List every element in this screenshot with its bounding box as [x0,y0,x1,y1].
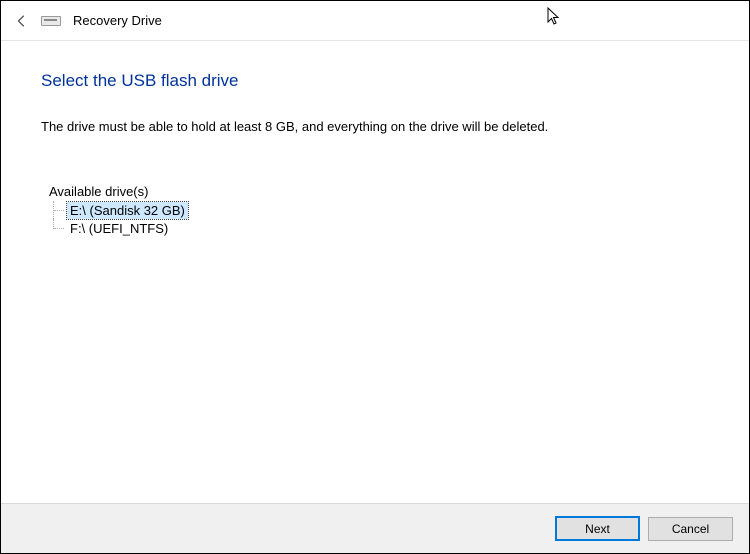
back-button[interactable] [13,12,31,30]
drive-tree: E:\ (Sandisk 32 GB) F:\ (UEFI_NTFS) [53,201,709,237]
page-heading: Select the USB flash drive [41,71,709,91]
titlebar: Recovery Drive [1,1,749,41]
page-description: The drive must be able to hold at least … [41,119,709,134]
drive-item-label: E:\ (Sandisk 32 GB) [67,202,188,219]
drive-item-label: F:\ (UEFI_NTFS) [67,220,171,237]
footer: Next Cancel [1,503,749,553]
drive-icon [41,14,63,28]
window-title: Recovery Drive [73,13,162,28]
drive-item-f[interactable]: F:\ (UEFI_NTFS) [53,219,709,237]
content-area: Select the USB flash drive The drive mus… [1,41,749,503]
next-button[interactable]: Next [555,516,640,541]
cancel-button[interactable]: Cancel [648,517,733,541]
available-drives-label: Available drive(s) [49,184,709,199]
recovery-drive-window: Recovery Drive Select the USB flash driv… [0,0,750,554]
drive-item-e[interactable]: E:\ (Sandisk 32 GB) [53,201,709,219]
